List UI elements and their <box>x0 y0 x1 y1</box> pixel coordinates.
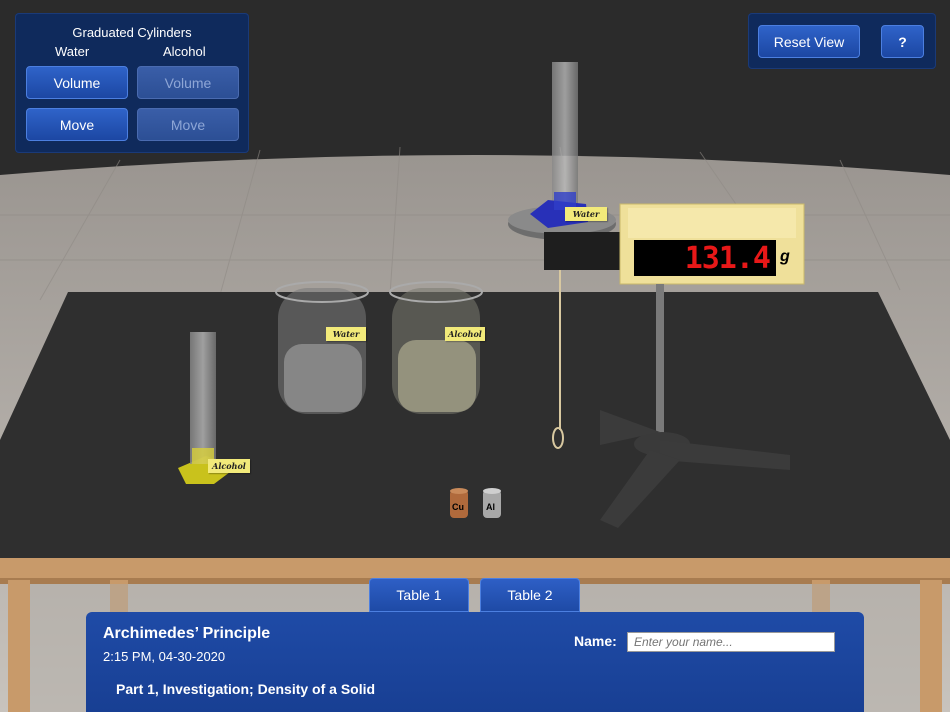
water-move-button[interactable]: Move <box>26 108 128 141</box>
alcohol-move-button[interactable]: Move <box>137 108 239 141</box>
column-water-label: Water <box>55 44 90 59</box>
cylinder-alcohol-label: Alcohol <box>208 459 250 473</box>
beaker-alcohol[interactable] <box>389 281 483 414</box>
beaker-alcohol-label: Alcohol <box>445 327 485 341</box>
tab-table-2[interactable]: Table 2 <box>480 578 580 612</box>
panel-title: Graduated Cylinders <box>72 25 192 40</box>
tab-table-1[interactable]: Table 1 <box>369 578 469 612</box>
cylinder-water-label: Water <box>565 207 607 221</box>
sample-al-label: Al <box>486 502 495 512</box>
sample-cu-label: Cu <box>452 502 464 512</box>
view-controls-panel: Reset View ? <box>748 13 936 69</box>
name-input[interactable] <box>627 632 835 652</box>
section-heading: Part 1, Investigation; Density of a Soli… <box>116 681 376 697</box>
lab-info-panel: Archimedes’ Principle 2:15 PM, 04-30-202… <box>86 612 864 712</box>
reset-view-button[interactable]: Reset View <box>758 25 860 58</box>
name-label: Name: <box>574 633 617 649</box>
graduated-cylinders-panel: Graduated Cylinders Water Alcohol Volume… <box>15 13 249 153</box>
beaker-water[interactable] <box>275 281 369 414</box>
column-alcohol-label: Alcohol <box>163 44 206 59</box>
beaker-water-label: Water <box>326 327 366 341</box>
balance-readout: 131.4 <box>634 240 776 276</box>
lab-title: Archimedes’ Principle <box>103 625 271 642</box>
balance-unit: g <box>780 248 790 265</box>
table-frame <box>0 558 950 580</box>
lab-datetime: 2:15 PM, 04-30-2020 <box>103 649 226 664</box>
water-volume-button[interactable]: Volume <box>26 66 128 99</box>
alcohol-volume-button[interactable]: Volume <box>137 66 239 99</box>
help-button[interactable]: ? <box>881 25 924 58</box>
